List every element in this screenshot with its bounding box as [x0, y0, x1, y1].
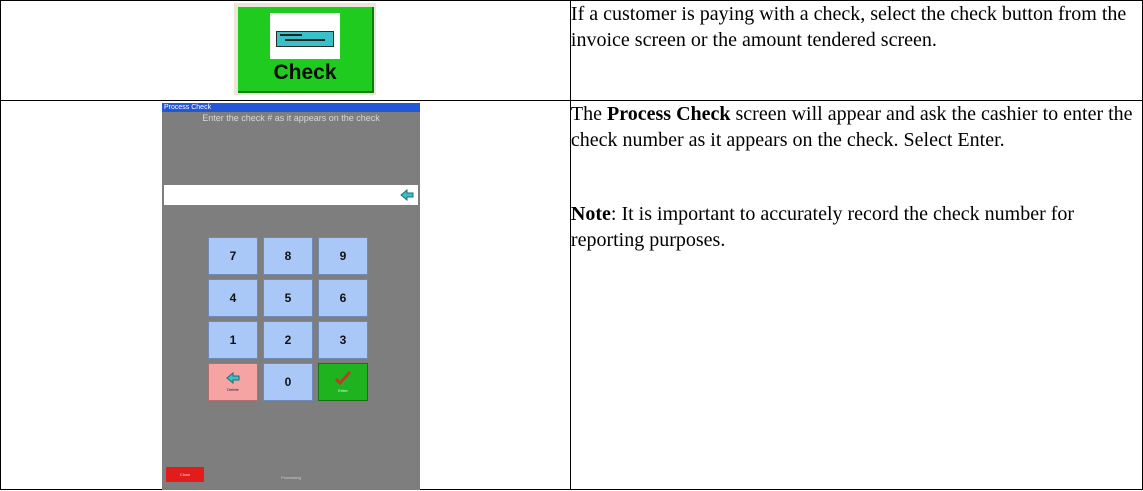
key-7[interactable]: 7 [208, 237, 258, 275]
key-6[interactable]: 6 [318, 279, 368, 317]
text-cell: If a customer is paying with a check, se… [569, 0, 1143, 101]
delete-label: Delete [227, 387, 239, 392]
check-button[interactable]: Check [234, 3, 376, 95]
check-number-prompt: Enter the check # as it appears on the c… [202, 113, 380, 123]
delete-button[interactable]: Delete [208, 363, 258, 401]
key-3[interactable]: 3 [318, 321, 368, 359]
process-check-window: Process Check Enter the check # as it ap… [162, 103, 420, 490]
key-2[interactable]: 2 [263, 321, 313, 359]
table-row: If a customer is paying with a check, se… [0, 0, 1143, 101]
enter-label: Enter [338, 388, 348, 393]
note-label: Note [570, 203, 611, 225]
delete-arrow-icon [226, 372, 240, 384]
key-5[interactable]: 5 [263, 279, 313, 317]
key-0[interactable]: 0 [263, 363, 313, 401]
enter-button[interactable]: Enter [318, 363, 368, 401]
keypad: 7 8 9 4 5 6 1 2 3 Delete 0 Enter [208, 237, 372, 401]
checkmark-icon [335, 371, 351, 385]
key-4[interactable]: 4 [208, 279, 258, 317]
step-text: The Process Check screen will appear and… [571, 101, 1142, 153]
key-8[interactable]: 8 [263, 237, 313, 275]
key-1[interactable]: 1 [208, 321, 258, 359]
window-title: Process Check [162, 103, 420, 112]
step-text-prefix: The [570, 103, 608, 125]
cheque-icon [270, 13, 340, 59]
text-cell: The Process Check screen will appear and… [569, 100, 1143, 490]
key-9[interactable]: 9 [318, 237, 368, 275]
check-number-input[interactable] [164, 185, 418, 205]
screen-name: Process Check [607, 103, 731, 125]
step-text: If a customer is paying with a check, se… [570, 3, 1127, 51]
check-button-label: Check [273, 61, 337, 84]
note-body: : It is important to accurately record t… [570, 203, 1075, 251]
check-button-face: Check [238, 7, 374, 93]
status-text: Processing [281, 475, 301, 480]
note-text: Note: It is important to accurately reco… [571, 201, 1142, 253]
backspace-arrow-icon[interactable] [400, 189, 414, 201]
